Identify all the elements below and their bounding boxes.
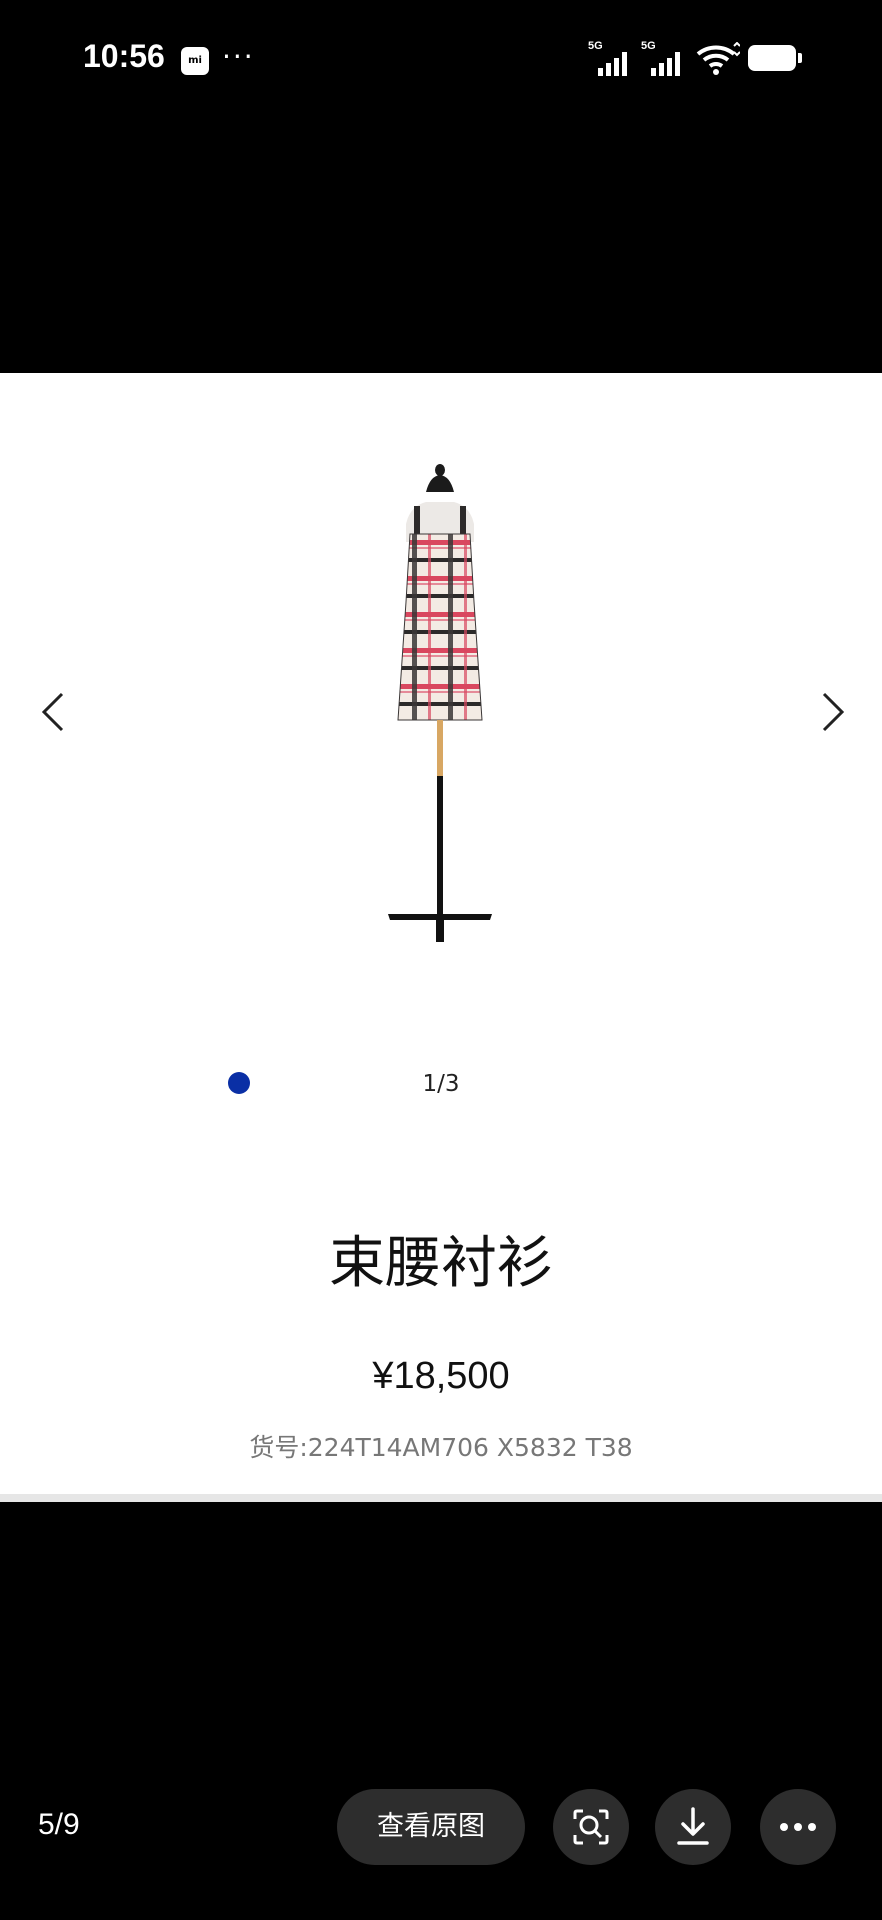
product-sku: 货号:224T14AM706 X5832 T38 xyxy=(249,1433,633,1462)
download-icon xyxy=(677,1807,709,1845)
chevron-right-icon[interactable] xyxy=(812,690,852,734)
carousel-indicator xyxy=(228,1072,250,1094)
image-counter: 5/9 xyxy=(38,1808,80,1841)
more-button[interactable] xyxy=(760,1789,836,1865)
battery-icon xyxy=(748,45,802,71)
signal-label: 5G xyxy=(588,40,603,52)
view-original-button[interactable]: 查看原图 xyxy=(337,1789,525,1865)
image-search-icon xyxy=(573,1809,609,1845)
mi-icon: mi xyxy=(181,47,209,75)
card-divider xyxy=(0,1494,882,1502)
product-image xyxy=(388,464,492,942)
status-bar: 10:56 mi ··· 5G 5G xyxy=(0,0,882,120)
image-pager: 1/3 xyxy=(422,1071,460,1097)
chevron-left-icon[interactable] xyxy=(34,690,74,734)
product-price: ¥18,500 xyxy=(372,1355,510,1397)
notification-more-icon: ··· xyxy=(222,40,255,73)
wifi-icon xyxy=(696,42,740,75)
product-title: 束腰衬衫 xyxy=(329,1231,553,1296)
download-button[interactable] xyxy=(655,1789,731,1865)
more-icon xyxy=(780,1823,816,1831)
signal-label: 5G xyxy=(641,40,656,52)
image-search-button[interactable] xyxy=(553,1789,629,1865)
clock: 10:56 xyxy=(83,38,165,74)
